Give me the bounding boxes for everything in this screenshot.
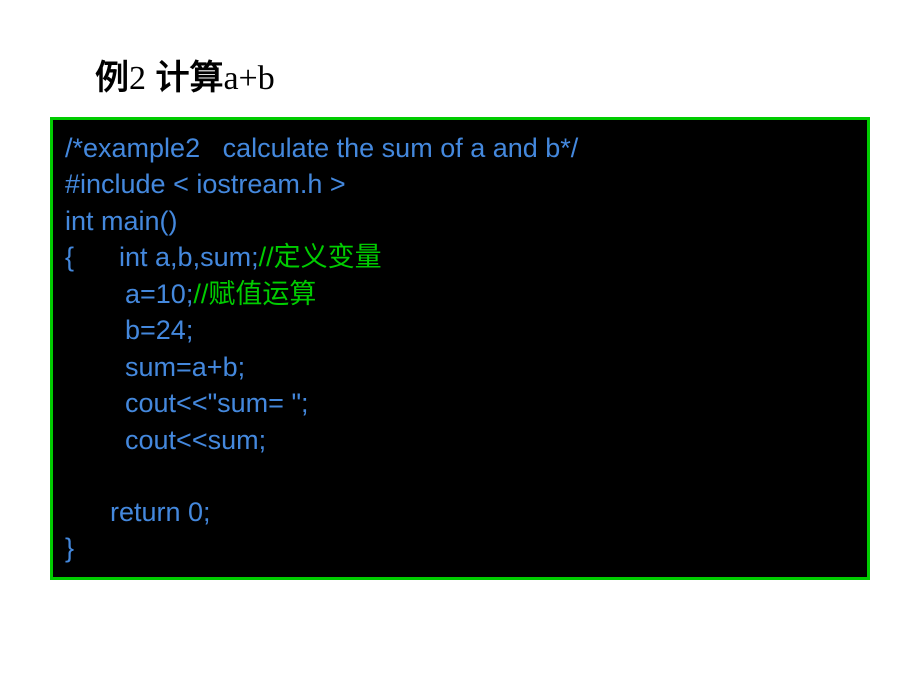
slide: 例2 计算a+b /*example2 calculate the sum of… [0,0,920,690]
code-blank-line [65,458,855,494]
code-line-cout2: cout<<sum; [65,422,855,458]
code-line-cout1: cout<<"sum= "; [65,385,855,421]
slide-title: 例2 计算a+b [95,50,870,99]
code-line-close: } [65,530,855,566]
code-line-sum: sum=a+b; [65,349,855,385]
code-decl-code: { int a,b,sum; [65,242,259,272]
code-line-main: int main() [65,203,855,239]
code-line-assign-b: b=24; [65,312,855,348]
code-line-comment: /*example2 calculate the sum of a and b*… [65,130,855,166]
title-number: 2 [129,60,146,97]
code-assign-a-comment: //赋值运算 [193,279,316,309]
code-line-assign-a: a=10;//赋值运算 [65,276,855,312]
code-line-return: return 0; [65,494,855,530]
code-block: /*example2 calculate the sum of a and b*… [50,117,870,580]
code-decl-comment: //定义变量 [259,242,382,272]
title-text: 计算 [146,59,223,97]
code-line-include: #include < iostream.h > [65,166,855,202]
title-expr: a+b [223,60,274,97]
title-prefix: 例 [95,59,129,97]
code-assign-a-code: a=10; [65,279,193,309]
code-line-decl: { int a,b,sum;//定义变量 [65,239,855,275]
